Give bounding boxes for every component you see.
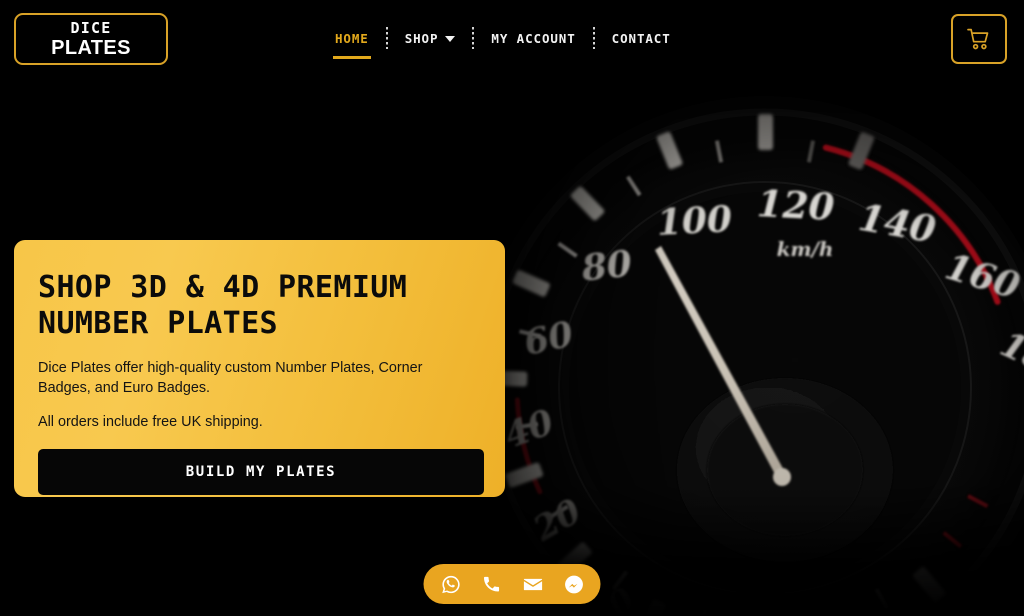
- hero-card: SHOP 3D & 4D PREMIUM NUMBER PLATES Dice …: [14, 240, 505, 497]
- floating-contact-bar: [423, 564, 601, 604]
- phone-button[interactable]: [481, 573, 503, 595]
- nav-separator: [472, 27, 475, 49]
- hero-paragraph-1: Dice Plates offer high-quality custom Nu…: [38, 359, 423, 397]
- nav-label-shop: SHOP: [404, 30, 439, 46]
- speedometer-svg: 0 20 40 60 80 100 120 140 160 180 20 2 k…: [473, 96, 1024, 616]
- nav-item-contact[interactable]: CONTACT: [610, 26, 673, 50]
- logo-line-dice: DICE: [70, 18, 112, 37]
- svg-text:80: 80: [579, 243, 634, 290]
- cart-button[interactable]: [951, 14, 1007, 64]
- hero-paragraph-2: All orders include free UK shipping.: [38, 413, 263, 430]
- messenger-icon: [564, 575, 583, 593]
- nav-item-home[interactable]: HOME: [333, 26, 371, 59]
- whatsapp-icon: [441, 575, 460, 593]
- svg-text:120: 120: [756, 181, 836, 229]
- site-logo[interactable]: DICE PLATES: [14, 13, 168, 65]
- site-header: DICE PLATES HOME SHOP MY ACCOUNT CONTACT: [0, 0, 1024, 78]
- chevron-down-icon: [445, 35, 456, 42]
- svg-text:km/h: km/h: [777, 237, 834, 261]
- nav-separator: [592, 27, 595, 49]
- nav-separator: [385, 27, 388, 49]
- nav-label-contact: CONTACT: [611, 30, 671, 46]
- email-icon: [523, 578, 542, 590]
- active-nav-underline: [333, 56, 371, 59]
- messenger-button[interactable]: [563, 573, 585, 595]
- nav-label-home: HOME: [335, 30, 369, 46]
- whatsapp-button[interactable]: [440, 573, 462, 595]
- shopping-cart-icon: [967, 28, 989, 50]
- build-my-plates-button[interactable]: BUILD MY PLATES: [38, 448, 484, 495]
- nav-label-my-account: MY ACCOUNT: [491, 30, 576, 46]
- email-button[interactable]: [522, 573, 544, 595]
- svg-text:100: 100: [656, 198, 733, 244]
- logo-line-plates: PLATES: [51, 36, 131, 59]
- nav-item-my-account[interactable]: MY ACCOUNT: [489, 26, 577, 50]
- page-title: SHOP 3D & 4D PREMIUM NUMBER PLATES: [38, 270, 408, 342]
- page-root: 0 20 40 60 80 100 120 140 160 180 20 2 k…: [0, 0, 1024, 616]
- nav-item-shop[interactable]: SHOP: [403, 26, 458, 50]
- phone-icon: [484, 576, 500, 592]
- speedometer-image: 0 20 40 60 80 100 120 140 160 180 20 2 k…: [455, 78, 1024, 616]
- main-navigation: HOME SHOP MY ACCOUNT CONTACT: [333, 26, 673, 59]
